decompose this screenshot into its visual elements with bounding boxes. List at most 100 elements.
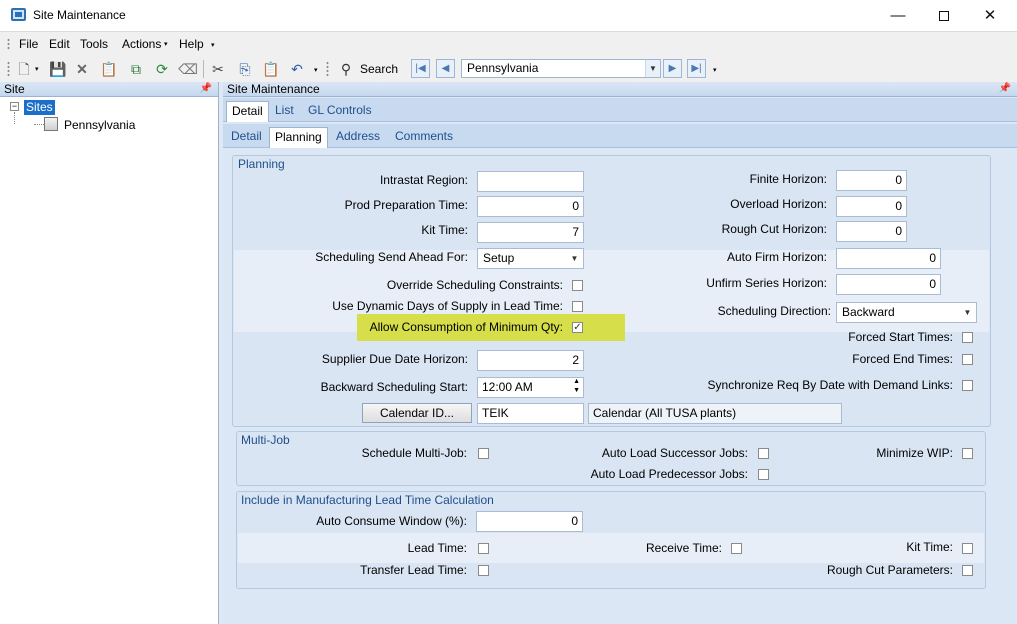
site-navigation-combo[interactable]: Pennsylvania ▼ <box>461 59 661 78</box>
sched-send-ahead-label: Scheduling Send Ahead For: <box>315 250 468 264</box>
menu-overflow-icon[interactable]: ▾ <box>211 41 215 49</box>
receive-time-checkbox[interactable] <box>731 543 742 554</box>
lead-time-label: Lead Time: <box>407 541 467 555</box>
sync-req-label: Synchronize Req By Date with Demand Link… <box>707 378 953 392</box>
auto-predecessor-checkbox[interactable] <box>758 469 769 480</box>
auto-consume-input[interactable]: 0 <box>476 511 583 532</box>
close-button[interactable]: ✕ <box>967 0 1013 31</box>
planning-title: Planning <box>238 157 285 171</box>
minimize-wip-checkbox[interactable] <box>962 448 973 459</box>
first-record-button[interactable]: |◀ <box>411 59 430 78</box>
transfer-lead-label: Transfer Lead Time: <box>360 563 467 577</box>
maximize-button[interactable] <box>921 0 967 31</box>
pin-icon[interactable]: 📌 <box>999 82 1011 96</box>
sched-send-ahead-select[interactable]: Setup ▼ <box>477 248 584 269</box>
transfer-lead-checkbox[interactable] <box>478 565 489 576</box>
new-dropdown-icon[interactable]: ▾ <box>35 65 39 73</box>
site-tree-pane: Site 📌 − Sites Pennsylvania <box>0 82 219 624</box>
overload-horizon-label: Overload Horizon: <box>730 197 827 211</box>
chevron-down-icon[interactable]: ▼ <box>567 250 582 267</box>
tab-detail[interactable]: Detail <box>226 101 269 122</box>
dynamic-days-checkbox[interactable] <box>572 301 583 312</box>
pin-icon[interactable]: 📌 <box>200 82 212 96</box>
tree-line <box>34 124 44 125</box>
kit-time-input[interactable]: 7 <box>477 222 584 243</box>
mfg-kit-time-checkbox[interactable] <box>962 543 973 554</box>
sched-direction-label: Scheduling Direction: <box>717 304 831 318</box>
undo-icon[interactable]: ↶ <box>287 59 307 79</box>
tab-gl-controls[interactable]: GL Controls <box>303 101 377 122</box>
cut-icon[interactable]: ✂ <box>208 59 228 79</box>
copy-record-icon[interactable]: ⧉ <box>126 59 146 79</box>
prod-prep-time-input[interactable]: 0 <box>477 196 584 217</box>
search-label[interactable]: Search <box>360 62 398 76</box>
paste-icon[interactable]: 📋 <box>261 59 281 79</box>
auto-predecessor-label: Auto Load Predecessor Jobs: <box>590 467 748 481</box>
prod-prep-time-label: Prod Preparation Time: <box>344 198 468 212</box>
chevron-down-icon[interactable]: ▼ <box>960 304 975 321</box>
overload-horizon-input[interactable]: 0 <box>836 196 907 217</box>
override-constraints-checkbox[interactable] <box>572 280 583 291</box>
allow-consumption-checkbox[interactable]: ✓ <box>572 322 583 333</box>
save-icon[interactable]: 💾 <box>48 59 68 79</box>
supplier-due-horizon-input[interactable]: 2 <box>477 350 584 371</box>
forced-end-checkbox[interactable] <box>962 354 973 365</box>
unfirm-series-horizon-input[interactable]: 0 <box>836 274 941 295</box>
next-record-button[interactable]: ▶ <box>663 59 682 78</box>
window-title: Site Maintenance <box>33 8 126 22</box>
menu-tools[interactable]: Tools <box>80 37 108 51</box>
finite-horizon-input[interactable]: 0 <box>836 170 907 191</box>
tab-address[interactable]: Address <box>331 127 385 148</box>
tab-sub-detail[interactable]: Detail <box>226 127 267 148</box>
nav-overflow-icon[interactable]: ▾ <box>713 66 717 74</box>
tree-line <box>14 112 15 124</box>
binoculars-icon[interactable]: ⚲ <box>336 59 356 79</box>
tab-list[interactable]: List <box>270 101 299 122</box>
lead-time-checkbox[interactable] <box>478 543 489 554</box>
sched-direction-select[interactable]: Backward ▼ <box>836 302 977 323</box>
intrastat-region-input[interactable] <box>477 171 584 192</box>
calendar-id-input[interactable]: TEIK <box>477 403 584 424</box>
attach-icon[interactable]: 📋 <box>99 59 119 79</box>
menu-grip[interactable] <box>7 38 10 51</box>
calendar-id-button[interactable]: Calendar ID... <box>362 403 472 423</box>
tab-planning[interactable]: Planning <box>269 127 328 148</box>
calendar-description: Calendar (All TUSA plants) <box>588 403 842 424</box>
menu-actions[interactable]: Actions <box>122 37 161 51</box>
collapse-icon[interactable]: − <box>10 102 19 111</box>
forced-end-label: Forced End Times: <box>852 352 953 366</box>
rough-cut-horizon-input[interactable]: 0 <box>836 221 907 242</box>
clear-icon[interactable]: ⌫ <box>178 59 198 79</box>
minimize-button[interactable]: — <box>875 0 921 31</box>
actions-arrow-icon: ▾ <box>164 41 168 48</box>
schedule-multijob-checkbox[interactable] <box>478 448 489 459</box>
delete-icon[interactable]: ✕ <box>72 59 92 79</box>
menu-help[interactable]: Help <box>179 37 204 51</box>
copy-icon[interactable]: ⎘ <box>235 59 255 79</box>
tab-comments[interactable]: Comments <box>390 127 458 148</box>
refresh-icon[interactable]: ⟳ <box>152 59 172 79</box>
backward-start-input[interactable]: 12:00 AM ▲ ▼ <box>477 377 584 398</box>
chevron-down-icon[interactable]: ▼ <box>645 60 660 77</box>
toolbar-separator <box>203 60 204 78</box>
rough-cut-params-checkbox[interactable] <box>962 565 973 576</box>
planning-group: Planning Intrastat Region: Prod Preparat… <box>232 155 991 427</box>
menu-edit[interactable]: Edit <box>49 37 70 51</box>
menu-file[interactable]: File <box>19 37 38 51</box>
supplier-due-horizon-label: Supplier Due Date Horizon: <box>321 352 468 366</box>
last-record-button[interactable]: ▶| <box>687 59 706 78</box>
forced-start-label: Forced Start Times: <box>848 330 953 344</box>
auto-successor-checkbox[interactable] <box>758 448 769 459</box>
time-spinner-icon[interactable]: ▲ ▼ <box>573 377 580 395</box>
tree-node-sites[interactable]: Sites <box>24 100 55 115</box>
forced-start-checkbox[interactable] <box>962 332 973 343</box>
new-icon[interactable]: 🗋 <box>14 59 34 79</box>
toolbar-overflow-icon[interactable]: ▾ <box>314 66 318 74</box>
auto-firm-horizon-input[interactable]: 0 <box>836 248 941 269</box>
toolbar: 🗋 ▾ 💾 ✕ 📋 ⧉ ⟳ ⌫ ✂ ⎘ 📋 ↶ ▾ ⚲ Search |◀ ◀ … <box>0 56 1017 82</box>
tree-node-pennsylvania[interactable]: Pennsylvania <box>64 118 135 132</box>
previous-record-button[interactable]: ◀ <box>436 59 455 78</box>
toolbar-grip[interactable] <box>7 61 10 77</box>
nav-toolbar-grip[interactable] <box>326 61 329 77</box>
sync-req-checkbox[interactable] <box>962 380 973 391</box>
